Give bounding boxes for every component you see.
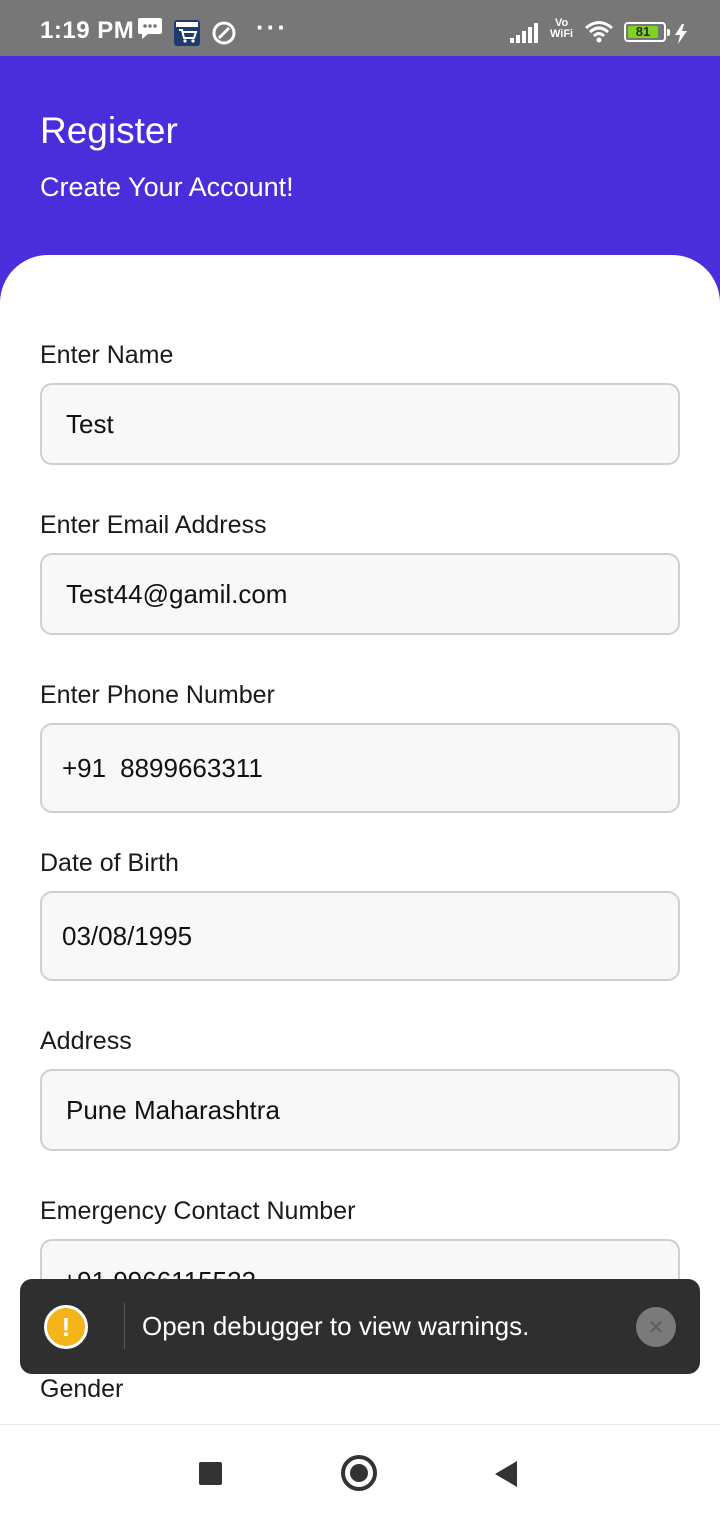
toast-divider — [124, 1303, 125, 1349]
address-input[interactable]: Pune Maharashtra — [40, 1069, 680, 1151]
dob-input-value: 03/08/1995 — [62, 920, 193, 951]
recents-button[interactable] — [199, 1462, 222, 1485]
warning-icon: ! — [44, 1305, 88, 1349]
phone-input-value: 8899663311 — [120, 752, 263, 783]
vowifi-bottom: WiFi — [550, 28, 574, 40]
more-notifications-icon: ··· — [256, 12, 288, 42]
status-time: 1:19 PM — [40, 17, 135, 44]
signal-icon — [510, 22, 540, 49]
status-bar: 1:19 PM ··· Vo WiFi 81 — [0, 0, 720, 56]
name-input[interactable]: Test — [40, 383, 680, 465]
home-button[interactable] — [341, 1455, 377, 1491]
dob-input[interactable]: 03/08/1995 — [40, 891, 680, 981]
phone-country-code[interactable]: +91 — [62, 753, 106, 784]
wifi-icon — [584, 20, 614, 49]
home-icon — [350, 1464, 368, 1482]
email-label: Enter Email Address — [40, 511, 267, 539]
charging-icon — [674, 24, 688, 49]
amazon-cart-icon — [174, 20, 200, 51]
dob-label: Date of Birth — [40, 849, 179, 877]
vowifi-icon: Vo WiFi — [550, 18, 573, 40]
message-icon — [137, 16, 163, 45]
battery-icon: 81 — [624, 22, 670, 42]
navigation-bar — [0, 1424, 720, 1520]
emergency-contact-label: Emergency Contact Number — [40, 1197, 356, 1225]
phone-input[interactable]: +91 8899663311 — [40, 723, 680, 813]
name-input-value: Test — [66, 408, 114, 439]
sync-icon — [211, 20, 237, 51]
close-icon[interactable]: ✕ — [636, 1307, 676, 1347]
email-input-value: Test44@gamil.com — [66, 578, 288, 609]
gender-label: Gender — [40, 1375, 124, 1403]
address-input-value: Pune Maharashtra — [66, 1094, 280, 1125]
toast-message: Open debugger to view warnings. — [142, 1311, 530, 1341]
page-title: Register — [40, 110, 178, 151]
battery-cap — [667, 29, 670, 36]
back-button[interactable] — [495, 1461, 517, 1487]
battery-level: 81 — [635, 24, 651, 39]
address-label: Address — [40, 1027, 132, 1055]
register-screen: 1:19 PM ··· Vo WiFi 81 Register Create Y… — [0, 0, 720, 1520]
page-subtitle: Create Your Account! — [40, 172, 294, 202]
debugger-warning-toast[interactable]: ! Open debugger to view warnings. ✕ — [20, 1279, 700, 1374]
phone-label: Enter Phone Number — [40, 681, 275, 709]
email-input[interactable]: Test44@gamil.com — [40, 553, 680, 635]
name-label: Enter Name — [40, 341, 174, 369]
